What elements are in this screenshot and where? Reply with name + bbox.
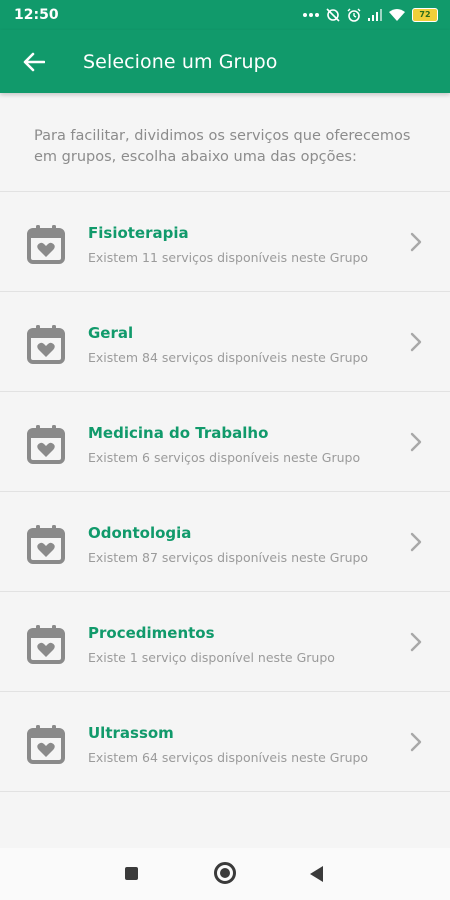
home-icon: [220, 868, 230, 878]
group-title: Geral: [88, 324, 134, 342]
group-list-item[interactable]: Procedimentos Existe 1 serviço disponível…: [0, 592, 450, 692]
alarm-off-icon: [326, 8, 340, 22]
group-list: Fisioterapia Existem 11 serviços disponív…: [0, 191, 450, 792]
signal-icon: [368, 9, 382, 21]
group-subtitle: Existem 64 serviços disponíveis neste Gr…: [88, 750, 369, 765]
group-subtitle: Existem 6 serviços disponíveis neste Gru…: [88, 450, 361, 465]
chevron-right-icon: [410, 332, 422, 352]
battery-icon: 72: [412, 8, 438, 22]
chevron-right-icon: [410, 532, 422, 552]
group-list-item[interactable]: Ultrassom Existem 64 serviços disponíveis…: [0, 692, 450, 792]
calendar-heart-icon: [27, 425, 65, 464]
group-subtitle: Existem 87 serviços disponíveis neste Gr…: [88, 550, 369, 565]
status-icons: 72: [303, 8, 438, 22]
app-bar: Selecione um Grupo: [0, 30, 450, 93]
group-title: Odontologia: [88, 524, 192, 542]
status-bar: 12:50 72: [0, 0, 450, 30]
calendar-heart-icon: [27, 725, 65, 764]
calendar-heart-icon: [27, 225, 65, 264]
group-title: Fisioterapia: [88, 224, 189, 242]
chevron-right-icon: [410, 432, 422, 452]
recents-button[interactable]: [125, 867, 138, 880]
alarm-icon: [347, 8, 361, 22]
chevron-right-icon: [410, 232, 422, 252]
arrow-left-icon: [23, 52, 45, 71]
group-list-item[interactable]: Fisioterapia Existem 11 serviços disponív…: [0, 192, 450, 292]
status-time: 12:50: [14, 7, 59, 23]
dots-icon: [303, 13, 319, 17]
wifi-icon: [389, 9, 405, 21]
system-back-button[interactable]: [310, 866, 323, 882]
page-title: Selecione um Grupo: [83, 50, 278, 73]
group-list-item[interactable]: Odontologia Existem 87 serviços disponíve…: [0, 492, 450, 592]
group-list-item[interactable]: Geral Existem 84 serviços disponíveis nes…: [0, 292, 450, 392]
intro-text: Para facilitar, dividimos os serviços qu…: [34, 128, 411, 165]
group-subtitle: Existem 84 serviços disponíveis neste Gr…: [88, 350, 369, 365]
calendar-heart-icon: [27, 325, 65, 364]
calendar-heart-icon: [27, 625, 65, 664]
group-list-item[interactable]: Medicina do Trabalho Existem 6 serviços d…: [0, 392, 450, 492]
group-title: Ultrassom: [88, 724, 174, 742]
group-title: Medicina do Trabalho: [88, 424, 269, 442]
back-button[interactable]: [19, 47, 49, 77]
group-title: Procedimentos: [88, 624, 215, 642]
calendar-heart-icon: [27, 525, 65, 564]
home-button[interactable]: [214, 862, 236, 884]
group-subtitle: Existem 11 serviços disponíveis neste Gr…: [88, 250, 369, 265]
system-nav-bar: [0, 848, 450, 900]
chevron-right-icon: [410, 732, 422, 752]
group-subtitle: Existe 1 serviço disponível neste Grupo: [88, 650, 335, 665]
chevron-right-icon: [410, 632, 422, 652]
